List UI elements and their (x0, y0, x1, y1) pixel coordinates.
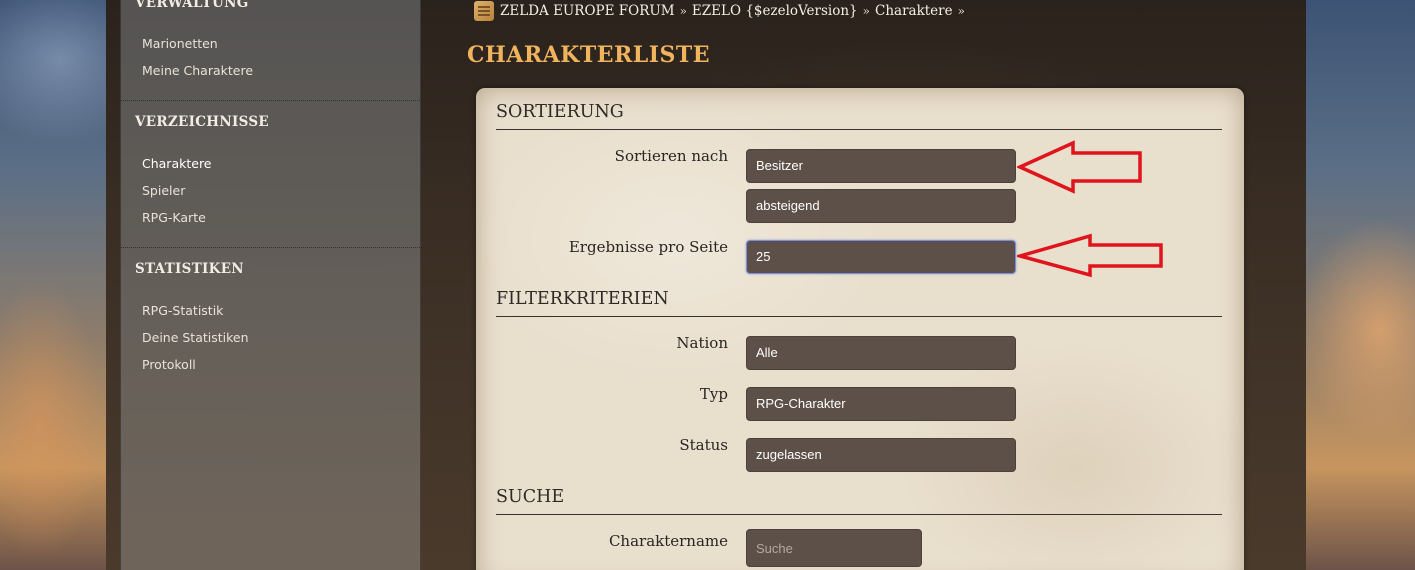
sidebar-item-deine-statistiken[interactable]: Deine Statistiken (142, 330, 249, 345)
breadcrumb-separator: » (957, 4, 965, 18)
character-list-form: SORTIERUNG Sortieren nach Besitzer abste… (476, 88, 1244, 570)
character-name-search-input[interactable] (746, 529, 922, 567)
sidebar-item-meine-charaktere[interactable]: Meine Charaktere (142, 63, 253, 78)
breadcrumb-separator: » (679, 4, 687, 18)
page-wrapper: VERWALTUNG Marionetten Meine Charaktere … (106, 0, 1306, 570)
background-left (0, 0, 106, 570)
breadcrumb: ZELDA EUROPE FORUM » EZELO {$ezeloVersio… (474, 0, 970, 22)
per-page-label: Ergebnisse pro Seite (568, 238, 728, 256)
breadcrumb-item-forum[interactable]: ZELDA EUROPE FORUM (500, 3, 675, 19)
status-label: Status (679, 436, 728, 454)
section-heading-sortierung: SORTIERUNG (496, 102, 1222, 130)
scroll-map-icon (474, 1, 494, 21)
sidebar-divider (121, 100, 422, 101)
sidebar-item-charaktere[interactable]: Charaktere (142, 156, 212, 171)
sort-by-label: Sortieren nach (614, 147, 728, 165)
sidebar-heading-verzeichnisse: VERZEICHNISSE (135, 114, 269, 130)
sidebar-heading-verwaltung: VERWALTUNG (135, 0, 249, 11)
sort-by-select[interactable]: Besitzer (746, 149, 1016, 183)
sidebar-item-rpg-karte[interactable]: RPG-Karte (142, 210, 206, 225)
sidebar-divider (121, 247, 422, 248)
breadcrumb-item-ezelo[interactable]: EZELO {$ezeloVersion} (692, 3, 858, 19)
sidebar-item-spieler[interactable]: Spieler (142, 183, 185, 198)
sidebar-item-protokoll[interactable]: Protokoll (142, 357, 196, 372)
sort-order-select[interactable]: absteigend (746, 189, 1016, 223)
sidebar-item-marionetten[interactable]: Marionetten (142, 36, 218, 51)
sidebar-item-rpg-statistik[interactable]: RPG-Statistik (142, 303, 223, 318)
page-title: CHARAKTERLISTE (467, 42, 711, 68)
per-page-select[interactable]: 25 (746, 240, 1016, 274)
sidebar-heading-statistiken: STATISTIKEN (135, 261, 244, 277)
breadcrumb-separator: » (862, 4, 870, 18)
typ-label: Typ (699, 385, 728, 403)
nation-select[interactable]: Alle (746, 336, 1016, 370)
status-select[interactable]: zugelassen (746, 438, 1016, 472)
section-heading-suche: SUCHE (496, 487, 1222, 515)
sidebar: VERWALTUNG Marionetten Meine Charaktere … (120, 0, 422, 570)
typ-select[interactable]: RPG-Charakter (746, 387, 1016, 421)
background-right (1306, 0, 1415, 570)
section-heading-filterkriterien: FILTERKRITERIEN (496, 289, 1222, 317)
nation-label: Nation (676, 334, 728, 352)
character-name-label: Charaktername (608, 532, 728, 550)
breadcrumb-item-charaktere[interactable]: Charaktere (875, 3, 953, 19)
